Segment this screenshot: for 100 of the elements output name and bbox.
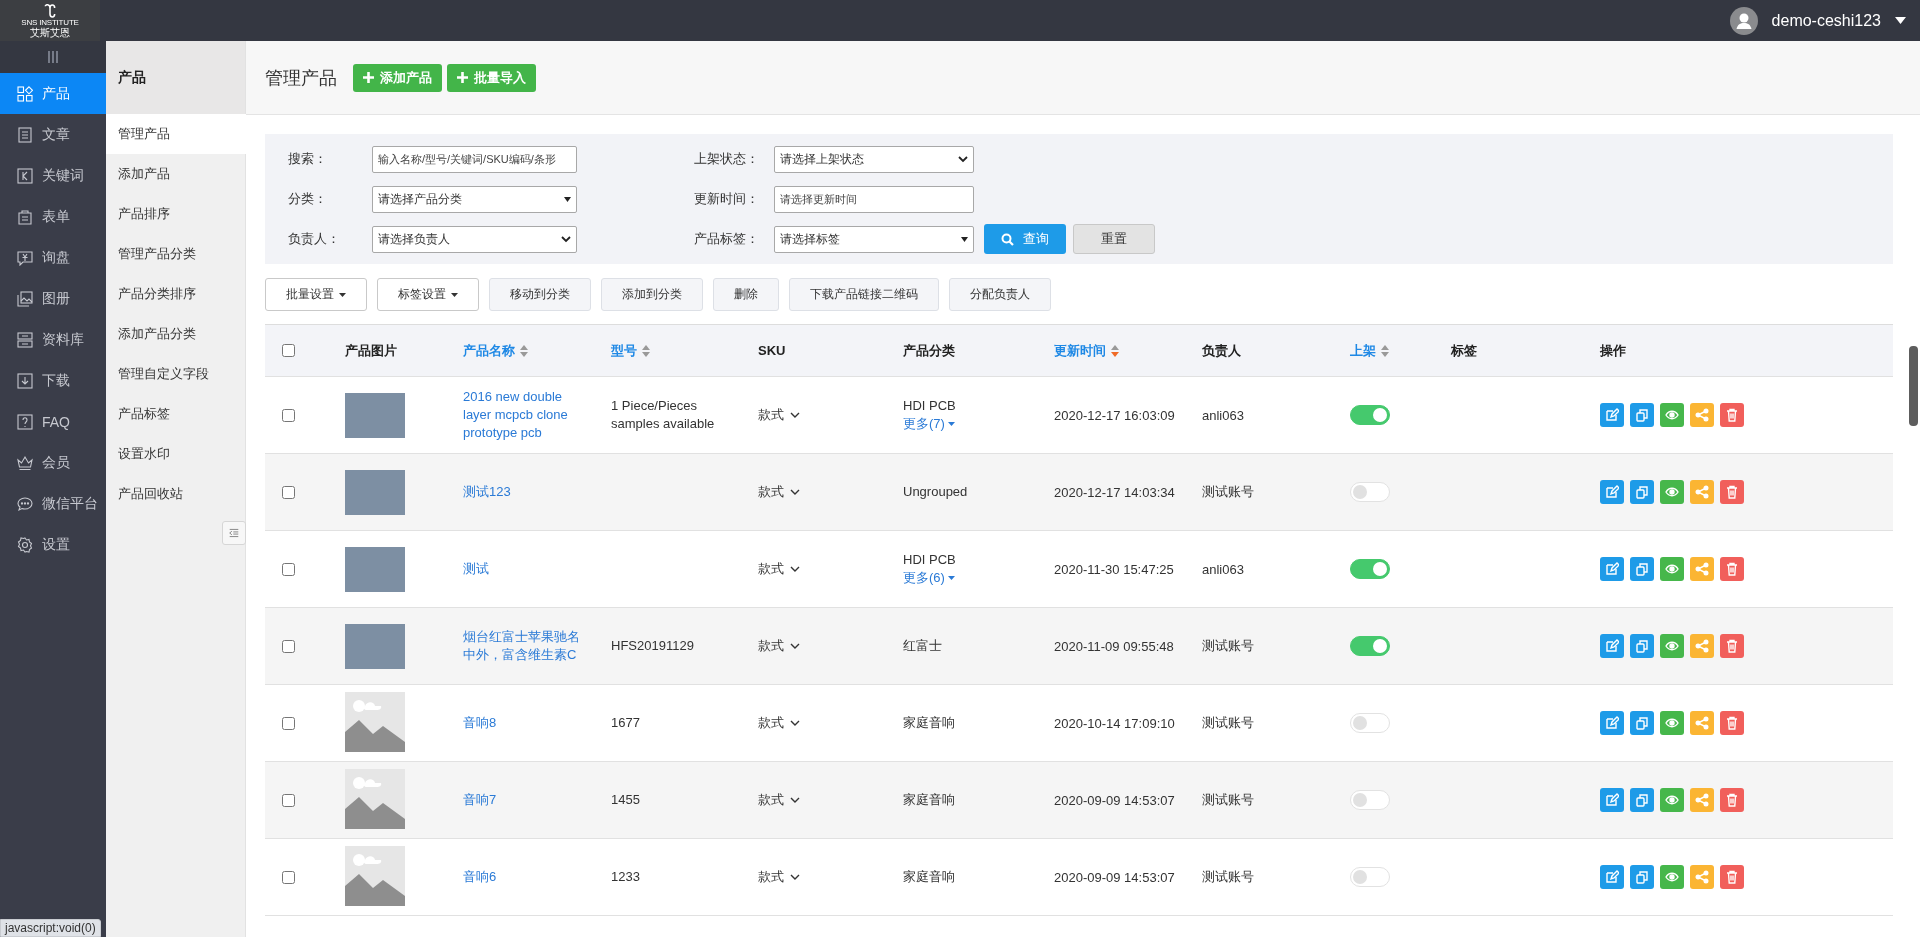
product-name-link[interactable]: 测试 — [463, 560, 598, 578]
username[interactable]: demo-ceshi123 — [1771, 11, 1881, 30]
row-checkbox[interactable] — [282, 562, 295, 576]
nav-item[interactable]: 微信平台 — [0, 483, 106, 524]
sku-dropdown[interactable]: 款式 — [758, 560, 890, 578]
subnav-item[interactable]: 设置水印 — [106, 434, 245, 474]
edit-button[interactable] — [1600, 403, 1624, 427]
menu-icon[interactable] — [48, 51, 58, 63]
subnav-item[interactable]: 管理产品分类 — [106, 234, 245, 274]
trash-button[interactable] — [1720, 557, 1744, 581]
trash-button[interactable] — [1720, 788, 1744, 812]
share-button[interactable] — [1690, 788, 1714, 812]
sku-dropdown[interactable]: 款式 — [758, 406, 890, 424]
subnav-item[interactable]: 产品回收站 — [106, 474, 245, 514]
trash-button[interactable] — [1720, 480, 1744, 504]
row-checkbox[interactable] — [282, 716, 295, 730]
toolbar-button[interactable]: 删除 — [713, 278, 779, 311]
sku-dropdown[interactable]: 款式 — [758, 483, 890, 501]
collapse-button[interactable] — [222, 521, 246, 545]
copy-button[interactable] — [1630, 634, 1654, 658]
eye-button[interactable] — [1660, 865, 1684, 889]
nav-item[interactable]: FAQ — [0, 401, 106, 442]
more-link[interactable]: 更多(7) — [903, 415, 955, 433]
edit-button[interactable] — [1600, 634, 1624, 658]
nav-item[interactable]: 询盘 — [0, 237, 106, 278]
row-checkbox[interactable] — [282, 485, 295, 499]
edit-button[interactable] — [1600, 788, 1624, 812]
sku-dropdown[interactable]: 款式 — [758, 714, 890, 732]
sort-icon[interactable] — [1111, 344, 1119, 357]
toggle-switch[interactable] — [1350, 636, 1390, 656]
trash-button[interactable] — [1720, 865, 1744, 889]
input-field[interactable]: 输入名称/型号/关键词/SKU编码/条形 — [372, 145, 577, 173]
row-checkbox[interactable] — [282, 870, 295, 884]
nav-item[interactable]: 产品 — [0, 73, 106, 114]
subnav-item[interactable]: 产品分类排序 — [106, 274, 245, 314]
toolbar-button[interactable]: 下载产品链接二维码 — [789, 278, 939, 311]
row-checkbox[interactable] — [282, 793, 295, 807]
share-button[interactable] — [1690, 557, 1714, 581]
toolbar-button[interactable]: 移动到分类 — [489, 278, 591, 311]
product-name-link[interactable]: 音响7 — [463, 791, 598, 809]
sort-icon[interactable] — [1381, 344, 1389, 357]
product-name-link[interactable]: 音响6 — [463, 868, 598, 886]
subnav-item[interactable]: 产品标签 — [106, 394, 245, 434]
eye-button[interactable] — [1660, 480, 1684, 504]
select-field[interactable]: 请选择产品分类 — [372, 185, 577, 213]
share-button[interactable] — [1690, 711, 1714, 735]
product-name-link[interactable]: 烟台红富士苹果驰名中外，富含维生素C — [463, 628, 598, 664]
select-field[interactable]: 请选择上架状态 — [774, 145, 974, 173]
nav-item[interactable]: 会员 — [0, 442, 106, 483]
more-link[interactable]: 更多(6) — [903, 569, 955, 587]
edit-button[interactable] — [1600, 480, 1624, 504]
toggle-switch[interactable] — [1350, 405, 1390, 425]
logo[interactable]: SNS INSTITUTE 艾斯艾恩 — [0, 0, 100, 41]
subnav-item[interactable]: 产品排序 — [106, 194, 245, 234]
share-button[interactable] — [1690, 403, 1714, 427]
product-name-link[interactable]: 音响8 — [463, 714, 598, 732]
share-button[interactable] — [1690, 634, 1714, 658]
nav-item[interactable]: 设置 — [0, 524, 106, 565]
row-checkbox[interactable] — [282, 639, 295, 653]
nav-item[interactable]: 关键词 — [0, 155, 106, 196]
product-name-link[interactable]: 测试123 — [463, 483, 598, 501]
select-field[interactable]: 请选择标签 — [774, 225, 974, 253]
trash-button[interactable] — [1720, 634, 1744, 658]
nav-item[interactable]: 图册 — [0, 278, 106, 319]
eye-button[interactable] — [1660, 557, 1684, 581]
copy-button[interactable] — [1630, 788, 1654, 812]
sort-icon[interactable] — [520, 344, 528, 357]
input-field[interactable]: 请选择更新时间 — [774, 185, 974, 213]
nav-item[interactable]: 文章 — [0, 114, 106, 155]
edit-button[interactable] — [1600, 557, 1624, 581]
nav-item[interactable]: 资料库 — [0, 319, 106, 360]
select-field[interactable]: 请选择负责人 — [372, 225, 577, 253]
subnav-item[interactable]: 管理产品 — [106, 114, 246, 154]
trash-button[interactable] — [1720, 403, 1744, 427]
subnav-item[interactable]: 添加产品分类 — [106, 314, 245, 354]
toolbar-button[interactable]: 添加到分类 — [601, 278, 703, 311]
share-button[interactable] — [1690, 865, 1714, 889]
row-checkbox[interactable] — [282, 408, 295, 422]
eye-button[interactable] — [1660, 788, 1684, 812]
edit-button[interactable] — [1600, 711, 1624, 735]
share-button[interactable] — [1690, 480, 1714, 504]
copy-button[interactable] — [1630, 865, 1654, 889]
eye-button[interactable] — [1660, 403, 1684, 427]
sku-dropdown[interactable]: 款式 — [758, 868, 890, 886]
reset-button[interactable]: 重置 — [1073, 224, 1155, 254]
subnav-item[interactable]: 管理自定义字段 — [106, 354, 245, 394]
subnav-item[interactable]: 添加产品 — [106, 154, 245, 194]
caret-icon[interactable] — [1895, 17, 1906, 24]
dropdown-button[interactable]: 批量设置 — [265, 278, 367, 311]
nav-item[interactable]: 下载 — [0, 360, 106, 401]
copy-button[interactable] — [1630, 711, 1654, 735]
copy-button[interactable] — [1630, 557, 1654, 581]
sku-dropdown[interactable]: 款式 — [758, 637, 890, 655]
dropdown-button[interactable]: 标签设置 — [377, 278, 479, 311]
copy-button[interactable] — [1630, 403, 1654, 427]
sort-icon[interactable] — [642, 344, 650, 357]
product-name-link[interactable]: 2016 new double layer mcpcb clone prototype pcb — [463, 388, 598, 442]
copy-button[interactable] — [1630, 480, 1654, 504]
trash-button[interactable] — [1720, 711, 1744, 735]
toggle-switch[interactable] — [1350, 559, 1390, 579]
